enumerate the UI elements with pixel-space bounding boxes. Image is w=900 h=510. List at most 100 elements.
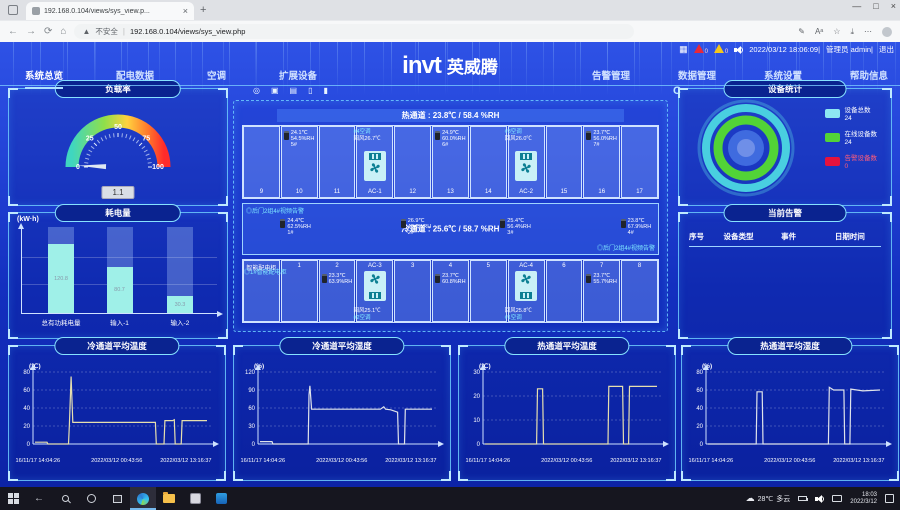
address-bar[interactable]: ▲ 不安全 | 192.168.0.104/views/sys_view.php	[74, 24, 634, 39]
nav-item-0[interactable]: 告警管理	[592, 68, 630, 87]
volume-tray-icon[interactable]	[815, 494, 824, 503]
rack-cell-10[interactable]: 1024.1℃54.5%RH5#	[281, 126, 318, 198]
rack-cell-7[interactable]: 723.7℃55.7%RH	[583, 260, 620, 322]
mute-icon[interactable]	[734, 45, 743, 54]
legend-item: 设备总数24	[825, 107, 878, 122]
refresh-button[interactable]: ⟳	[44, 26, 52, 37]
toolbar-icons: ✎ Aᵃ ☆ ⤓ ⋯	[798, 27, 892, 37]
battery-tray-icon[interactable]	[798, 496, 807, 501]
home-button[interactable]: ⌂	[60, 26, 66, 37]
rack-cell-12[interactable]: 12	[394, 126, 431, 198]
nav-item-1[interactable]: 配电数据	[116, 68, 154, 89]
back-button[interactable]: ←	[8, 26, 18, 37]
device-rings-chart	[695, 97, 797, 204]
header-user: 管理员 admin|	[826, 44, 873, 55]
rack-cell-14[interactable]: 14	[470, 126, 507, 198]
legend-label: 设备总数24	[845, 107, 871, 122]
logout-link[interactable]: 退出	[879, 44, 894, 55]
cold-aisle-sensor: 26.9℃48.2%RH2#	[401, 218, 432, 236]
rack-cell-3[interactable]: 3	[394, 260, 431, 322]
legend-item: 在线设备数24	[825, 131, 878, 146]
clock-widget[interactable]: 18:03 2022/3/12	[850, 492, 877, 506]
main-nav: 系统总览配电数据空调扩展设备 告警管理数据管理系统设置帮助信息 invt 英威腾	[0, 56, 900, 86]
rack-cell-16[interactable]: 1623.7℃56.0%RH7#	[583, 126, 620, 198]
rack-number: 13	[433, 189, 468, 195]
window-minimize-button[interactable]: —	[852, 1, 861, 11]
rack-number: 10	[282, 189, 317, 195]
task-view-icon[interactable]	[104, 487, 130, 510]
cold-aisle-sensor: 25.4℃56.4%RH3#	[500, 218, 531, 236]
rack-cell-9[interactable]: 9	[243, 126, 280, 198]
ac-cell-AC-3[interactable]: AC-3回风25.1℃#2空调	[356, 260, 393, 322]
action-center-icon[interactable]	[885, 494, 894, 503]
rack-cell-6[interactable]: 6	[546, 260, 583, 322]
pdu-label: ◎1#智能配电柜	[244, 267, 287, 276]
edge-taskbar-icon[interactable]	[130, 487, 156, 510]
read-aloud-icon[interactable]: Aᵃ	[815, 27, 823, 36]
ac-cell-AC-2[interactable]: AC-2#3空调回风26.0℃	[508, 126, 545, 198]
collections-icon[interactable]: ⤓	[850, 27, 854, 37]
file-explorer-icon[interactable]	[156, 487, 182, 510]
load-gauge: 0255075100	[48, 101, 188, 182]
weather-widget[interactable]: ☁ 28℃ 多云	[746, 493, 791, 504]
nav-item-1[interactable]: 数据管理	[678, 68, 716, 87]
nav-item-0[interactable]: 系统总览	[25, 68, 63, 89]
qr-icon[interactable]: ▦	[679, 44, 688, 55]
svg-text:80: 80	[23, 370, 30, 376]
svg-text:40: 40	[696, 406, 703, 412]
sensor-icon	[500, 219, 505, 228]
svg-text:10: 10	[473, 418, 480, 424]
tab-favicon	[32, 7, 40, 15]
rack-cell-2[interactable]: 223.3℃63.9%RH	[319, 260, 356, 322]
nav-item-2[interactable]: 空调	[207, 68, 226, 89]
energy-bar-chart: 120.8总有功耗电量80.7输入-130.3输入-2	[21, 229, 217, 314]
start-button[interactable]	[0, 487, 26, 510]
edit-url-icon[interactable]: ✎	[798, 27, 805, 36]
pinned-app-icon-1[interactable]	[182, 487, 208, 510]
svg-text:75: 75	[142, 136, 150, 143]
bar-fill: 120.8	[48, 244, 74, 313]
rack-cell-5[interactable]: 5	[470, 260, 507, 322]
window-maximize-button[interactable]: □	[873, 1, 878, 11]
alarm-red-icon[interactable]: 0	[694, 44, 708, 55]
ac-cell-AC-4[interactable]: AC-4回风25.8℃#1空调	[508, 260, 545, 322]
cortana-icon[interactable]	[78, 487, 104, 510]
profile-avatar[interactable]	[882, 27, 892, 37]
rack-cell-17[interactable]: 17	[621, 126, 658, 198]
window-close-button[interactable]: ×	[891, 1, 896, 11]
ac-unit-icon	[364, 271, 386, 301]
pinned-app-icon-2[interactable]	[208, 487, 234, 510]
rack-cell-4[interactable]: 423.7℃60.8%RH	[432, 260, 469, 322]
search-icon[interactable]	[52, 487, 78, 510]
back-taskbar-icon[interactable]: ←	[26, 487, 52, 510]
ac-line: 回风25.8℃	[505, 308, 532, 315]
sensor-readings: 23.8℃67.9%RH4#	[628, 218, 652, 236]
forward-button[interactable]: →	[26, 26, 36, 37]
keyboard-tray-icon[interactable]	[832, 495, 842, 502]
rack-cell-11[interactable]: 11	[319, 126, 356, 198]
browser-tab[interactable]: 192.168.0.104/views/sys_view.p... ×	[26, 2, 194, 20]
nav-item-2[interactable]: 系统设置	[764, 68, 802, 87]
more-menu-icon[interactable]: ⋯	[864, 27, 872, 36]
rack-cell-8[interactable]: 8	[621, 260, 658, 322]
browser-menu-icon[interactable]	[8, 5, 18, 15]
tab-close-icon[interactable]: ×	[183, 6, 188, 16]
ac-cell-AC-1[interactable]: AC-1#4空调回风26.7℃	[356, 126, 393, 198]
rack-cell-15[interactable]: 15	[546, 126, 583, 198]
cold-aisle-sensor: 23.8℃67.9%RH4#	[621, 218, 652, 236]
rack-cell-13[interactable]: 13 24.9℃60.0%RH6#	[432, 126, 469, 198]
sensor-readings: 26.9℃48.2%RH2#	[408, 218, 432, 236]
device-stats-legend: 设备总数24在线设备数24告警设备数0	[825, 107, 878, 179]
favorite-star-icon[interactable]: ☆	[833, 27, 840, 36]
sensor-readings: 24.9℃60.0%RH6#	[442, 130, 466, 148]
logo-text-cn: 英威腾	[447, 53, 498, 78]
cold-aisle-band: ◎后门2组4#视频告警 冷通道 : 25.6℃ / 58.7 %RH ◎后门2组…	[242, 203, 659, 255]
alarm-yellow-icon[interactable]: 0	[714, 44, 728, 55]
new-tab-button[interactable]: +	[200, 4, 206, 16]
sensor-readings: 23.3℃63.9%RH	[329, 273, 353, 285]
rack-number: 7	[584, 263, 619, 269]
line-chart-cold-hum: (%) 0306090120	[240, 360, 446, 465]
nav-item-3[interactable]: 帮助信息	[850, 68, 888, 87]
svg-text:50: 50	[114, 124, 122, 131]
battery-icon: ▯	[308, 86, 312, 95]
